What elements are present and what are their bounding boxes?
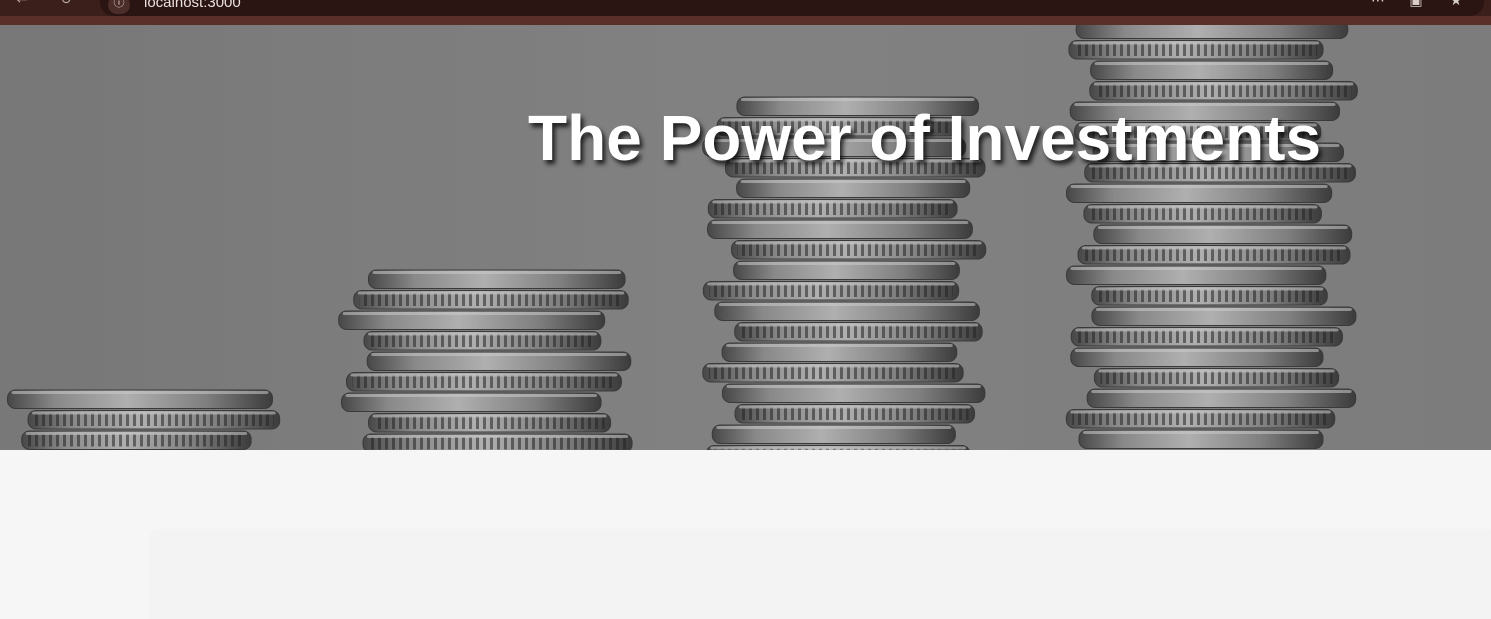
browser-toolbar: ← ↻ ⓘ localhost:3000 ⋯ ▣ ★ [0, 0, 1491, 25]
main-content [0, 450, 1491, 619]
address-bar[interactable]: ⓘ localhost:3000 [100, 0, 1484, 16]
coins-background-image [0, 25, 1491, 450]
hero-title: The Power of Investments [528, 102, 1322, 174]
install-app-icon[interactable]: ▣ [1404, 0, 1428, 12]
url-text[interactable]: localhost:3000 [144, 0, 241, 11]
reload-icon[interactable]: ↻ [56, 0, 76, 10]
site-info-icon[interactable]: ⓘ [108, 0, 130, 14]
bookmark-star-icon[interactable]: ★ [1444, 0, 1468, 12]
toolbar-divider [0, 16, 1491, 25]
extensions-icon[interactable]: ⋯ [1366, 0, 1390, 12]
hero-banner: The Power of Investments [0, 25, 1491, 450]
back-arrow-icon[interactable]: ← [12, 0, 32, 10]
content-card [150, 530, 1491, 619]
